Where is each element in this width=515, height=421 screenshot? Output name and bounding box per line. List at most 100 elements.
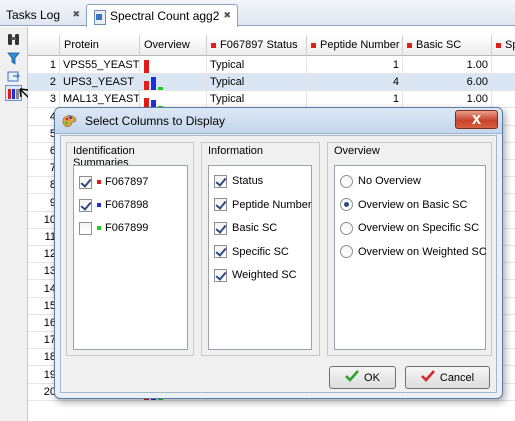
option-label: Specific SC xyxy=(232,245,289,258)
peptide-number-cell: 1 xyxy=(307,57,403,74)
checkbox[interactable] xyxy=(79,175,92,189)
peptide-number-cell: 4 xyxy=(307,74,403,92)
header-status[interactable]: F067897 Status xyxy=(207,35,307,56)
protein-cell: VPS55_YEAST xyxy=(60,57,140,74)
radio-button[interactable] xyxy=(340,221,353,235)
protein-cell: MAL13_YEAST xyxy=(60,91,140,109)
option-label: Status xyxy=(232,175,264,187)
header-overview[interactable]: Overview xyxy=(140,35,207,56)
checkbox[interactable] xyxy=(214,221,227,235)
overview-option[interactable]: No Overview xyxy=(340,173,421,189)
identification-list: F067897 F067898 F067899 xyxy=(73,165,188,350)
series-color-icon xyxy=(311,42,316,48)
identification-option[interactable]: F067899 xyxy=(79,220,148,236)
cancel-checkmark-icon xyxy=(420,370,435,385)
information-title: Information xyxy=(208,145,264,157)
table-row[interactable]: 1 VPS55_YEAST Typical 1 1.00 xyxy=(28,57,515,74)
table-row[interactable]: 2 UPS3_YEAST Typical 4 6.00 xyxy=(28,74,515,92)
header-peptide-number[interactable]: Peptide Number xyxy=(307,35,403,56)
tab-label: Tasks Log xyxy=(6,8,61,22)
basic-sc-cell: 1.00 xyxy=(403,91,492,109)
series-color-icon xyxy=(97,180,101,184)
export-icon[interactable] xyxy=(5,68,22,84)
row-number: 3 xyxy=(28,91,60,109)
checkbox[interactable] xyxy=(214,174,227,188)
basic-sc-cell: 1.00 xyxy=(403,57,492,74)
row-number: 2 xyxy=(28,74,60,92)
dialog-title: Select Columns to Display xyxy=(85,114,226,128)
ok-button[interactable]: OK xyxy=(329,366,396,389)
checkbox[interactable] xyxy=(79,198,92,212)
header-basic-sc[interactable]: Basic SC xyxy=(403,35,492,56)
series-color-icon xyxy=(407,42,412,48)
option-label: Overview on Specific SC xyxy=(358,222,480,234)
row-number: 1 xyxy=(28,57,60,74)
series-color-icon xyxy=(97,226,101,230)
option-label: F067897 xyxy=(105,176,149,188)
status-cell: Typical xyxy=(207,74,307,92)
option-label: Weighted SC xyxy=(232,269,297,281)
information-option[interactable]: Basic SC xyxy=(214,220,277,236)
overview-option[interactable]: Overview on Basic SC xyxy=(340,197,467,213)
overview-list: No Overview Overview on Basic SC Overview … xyxy=(334,165,487,350)
information-option[interactable]: Specific SC xyxy=(214,244,289,260)
tab-close-icon[interactable]: ✖ xyxy=(223,11,231,21)
radio-button[interactable] xyxy=(340,174,353,188)
dialog-body: Identification Summaries F067897 F067898 F… xyxy=(60,135,497,393)
header-specific-sc[interactable]: Sp xyxy=(492,35,515,56)
table-header: Protein Overview F067897 Status Peptide … xyxy=(28,35,515,56)
identification-option[interactable]: F067898 xyxy=(79,197,148,213)
checkbox[interactable] xyxy=(214,268,227,282)
overview-bar xyxy=(158,87,163,91)
tab-spectral-count[interactable]: Spectral Count agg2 ✖ xyxy=(86,4,238,27)
overview-option[interactable]: Overview on Weighted SC xyxy=(340,244,487,260)
peptide-number-cell: 1 xyxy=(307,91,403,109)
information-panel: Information Status Peptide Number Basic SC… xyxy=(201,142,320,356)
overview-cell xyxy=(140,57,207,74)
tab-bar: Tasks Log ✖ Spectral Count agg2 ✖ xyxy=(0,0,515,27)
close-icon: X xyxy=(471,112,482,127)
option-label: F067898 xyxy=(105,199,149,211)
option-label: No Overview xyxy=(358,175,421,187)
overview-cell xyxy=(140,74,207,92)
tab-label: Spectral Count agg2 xyxy=(110,9,220,23)
tab-close-icon[interactable]: ✖ xyxy=(72,10,80,20)
option-label: Basic SC xyxy=(232,222,278,234)
overview-option[interactable]: Overview on Specific SC xyxy=(340,220,479,236)
checkbox[interactable] xyxy=(79,221,92,235)
series-color-icon xyxy=(211,42,216,48)
status-cell: Typical xyxy=(207,91,307,109)
checkbox[interactable] xyxy=(214,198,227,211)
checkbox[interactable] xyxy=(214,245,227,258)
overview-bar xyxy=(144,59,149,73)
binoculars-icon[interactable] xyxy=(5,31,22,47)
radio-button[interactable] xyxy=(340,198,353,211)
radio-button[interactable] xyxy=(340,245,353,258)
table-row[interactable]: 3 MAL13_YEAST Typical 1 1.00 xyxy=(28,91,515,109)
overview-panel: Overview No Overview Overview on Basic SC… xyxy=(327,142,492,356)
overview-bar xyxy=(151,76,156,91)
checkmark-icon xyxy=(345,370,360,385)
status-cell: Typical xyxy=(207,57,307,74)
tab-tasks-log[interactable]: Tasks Log ✖ xyxy=(0,4,86,26)
series-color-icon xyxy=(496,42,501,48)
series-color-icon xyxy=(97,203,101,207)
select-columns-dialog: Select Columns to Display X Identificati… xyxy=(54,107,503,399)
overview-bar xyxy=(144,81,149,91)
overview-title: Overview xyxy=(334,145,380,157)
cancel-button[interactable]: Cancel xyxy=(405,366,490,389)
basic-sc-cell: 6.00 xyxy=(403,74,492,92)
identification-option[interactable]: F067897 xyxy=(79,174,148,190)
header-rownum xyxy=(28,35,60,56)
filter-icon[interactable] xyxy=(5,50,22,66)
information-option[interactable]: Weighted SC xyxy=(214,267,297,283)
option-label: F067899 xyxy=(105,222,149,234)
option-label: Peptide Number xyxy=(232,198,312,211)
cancel-label: Cancel xyxy=(439,371,475,384)
dialog-titlebar[interactable]: Select Columns to Display X xyxy=(55,108,502,134)
dialog-close-button[interactable]: X xyxy=(455,110,498,129)
information-list: Status Peptide Number Basic SC Specific SC W… xyxy=(208,165,312,350)
information-option[interactable]: Status xyxy=(214,173,263,189)
header-protein[interactable]: Protein xyxy=(60,35,140,56)
information-option[interactable]: Peptide Number xyxy=(214,197,312,213)
